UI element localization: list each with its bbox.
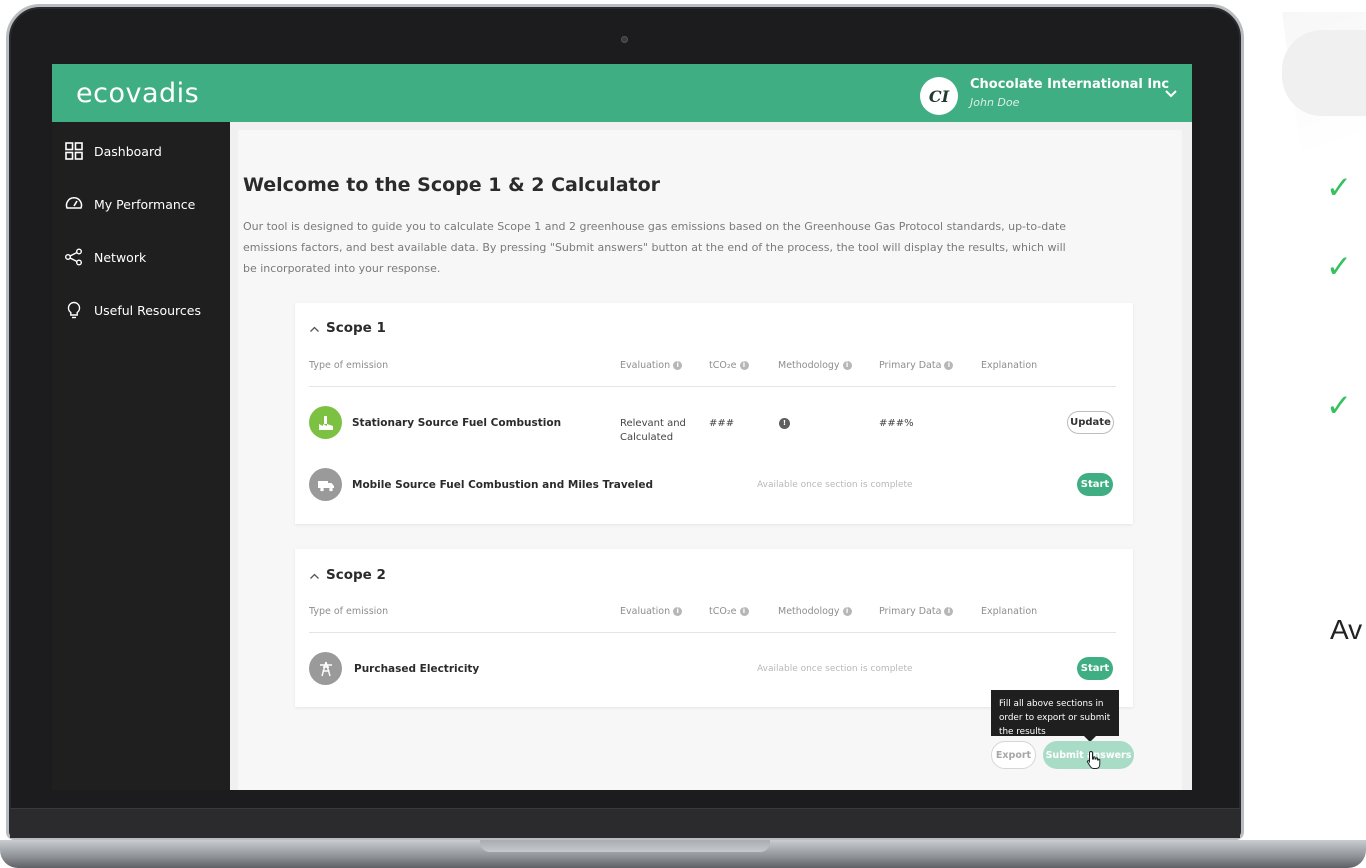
info-icon[interactable]: i (673, 607, 683, 616)
network-share-icon (65, 248, 82, 266)
info-icon[interactable]: i (673, 361, 683, 370)
gauge-icon (65, 197, 83, 209)
submit-tooltip: Fill all above sections in order to expo… (991, 690, 1119, 737)
info-icon[interactable]: i (739, 607, 749, 616)
info-icon[interactable]: i (739, 361, 749, 370)
presentation-slide: ✓ ✓ ✓ Av ecovadis CI Chocolate Internati… (0, 0, 1366, 868)
caret-up-icon[interactable] (309, 571, 320, 582)
row-name: Stationary Source Fuel Combustion (352, 417, 562, 429)
hand-cursor-icon (1086, 750, 1101, 769)
slide-side-text: Av (1330, 614, 1363, 645)
sidebar-item-my-performance[interactable]: My Performance (64, 193, 195, 215)
power-tower-icon (309, 652, 342, 685)
col-evaluation: Evaluation i (620, 606, 683, 617)
col-methodology: Methodology i (778, 606, 852, 617)
col-tco2e: tCO₂e i (709, 606, 749, 617)
laptop-notch (480, 840, 770, 852)
col-explanation-label: Explanation (981, 606, 1038, 617)
top-bar: ecovadis CI Chocolate International Inc … (52, 64, 1192, 122)
webcam-icon (621, 36, 628, 43)
factory-icon (309, 406, 342, 439)
info-icon[interactable]: i (944, 607, 954, 616)
sidebar-item-label: My Performance (94, 196, 196, 212)
col-tco2e-label: tCO₂e (709, 360, 737, 371)
col-tco2e: tCO₂e i (709, 360, 749, 371)
col-explanation: Explanation (981, 606, 1037, 617)
ecovadis-logo[interactable]: ecovadis (76, 78, 199, 109)
col-methodology: Methodology i (778, 360, 852, 371)
start-button[interactable]: Start (1077, 657, 1113, 680)
col-evaluation: Evaluation i (620, 360, 683, 371)
tco2e-value: ### (709, 418, 735, 429)
caret-up-icon[interactable] (309, 324, 320, 335)
info-icon[interactable]: i (842, 361, 852, 370)
methodology-info-icon[interactable]: ! (779, 418, 790, 429)
sidebar-item-label: Dashboard (94, 143, 162, 159)
availability-status: Available once section is complete (757, 480, 913, 490)
col-primary-data: Primary Data i (879, 360, 954, 371)
export-button[interactable]: Export (991, 741, 1036, 769)
col-explanation-label: Explanation (981, 360, 1038, 371)
col-tco2e-label: tCO₂e (709, 606, 737, 617)
col-type: Type of emission (309, 606, 388, 617)
update-button[interactable]: Update (1067, 411, 1114, 434)
info-icon[interactable]: i (944, 361, 954, 370)
col-type-label: Type of emission (309, 360, 389, 371)
col-methodology-label: Methodology (778, 360, 840, 371)
col-type: Type of emission (309, 360, 388, 371)
evaluation-value: Relevant and Calculated (620, 418, 686, 443)
lightbulb-icon (67, 301, 81, 319)
sidebar-item-useful-resources[interactable]: Useful Resources (64, 299, 201, 321)
truck-icon (309, 468, 342, 501)
dashboard-grid-icon (65, 142, 83, 160)
page-title: Welcome to the Scope 1 & 2 Calculator (243, 174, 661, 196)
col-type-label: Type of emission (309, 606, 389, 617)
divider (309, 632, 1116, 633)
scope2-card (295, 549, 1133, 707)
start-button[interactable]: Start (1077, 473, 1113, 496)
page-intro: Our tool is designed to guide you to cal… (243, 220, 1067, 275)
company-avatar[interactable]: CI (920, 77, 958, 115)
info-icon[interactable]: i (842, 607, 852, 616)
user-name: John Doe (970, 96, 1020, 109)
sidebar-item-label: Useful Resources (94, 302, 201, 318)
col-primary-data: Primary Data i (879, 606, 954, 617)
company-name[interactable]: Chocolate International Inc (970, 77, 1169, 92)
primary-data-value: ###% (879, 418, 914, 429)
check-icon: ✓ (1326, 170, 1352, 206)
divider (309, 386, 1116, 387)
sidebar: Dashboard My Performance Network Useful … (52, 122, 230, 790)
decorative-pill (1282, 30, 1366, 116)
row-name: Mobile Source Fuel Combustion and Miles … (352, 479, 654, 491)
col-primary-data-label: Primary Data (879, 360, 942, 371)
check-icon: ✓ (1326, 249, 1352, 285)
row-name: Purchased Electricity (354, 663, 480, 675)
chevron-down-icon[interactable] (1164, 86, 1178, 100)
laptop-bezel-bottom (10, 808, 1240, 838)
col-primary-data-label: Primary Data (879, 606, 942, 617)
sidebar-item-network[interactable]: Network (64, 246, 146, 268)
col-explanation: Explanation (981, 360, 1037, 371)
check-icon: ✓ (1326, 388, 1352, 424)
col-evaluation-label: Evaluation (620, 360, 671, 371)
sidebar-item-dashboard[interactable]: Dashboard (64, 140, 162, 162)
scope1-title[interactable]: Scope 1 (326, 320, 386, 336)
availability-status: Available once section is complete (757, 664, 913, 674)
col-evaluation-label: Evaluation (620, 606, 671, 617)
sidebar-item-label: Network (94, 249, 147, 265)
col-methodology-label: Methodology (778, 606, 840, 617)
scope2-title[interactable]: Scope 2 (326, 567, 386, 583)
